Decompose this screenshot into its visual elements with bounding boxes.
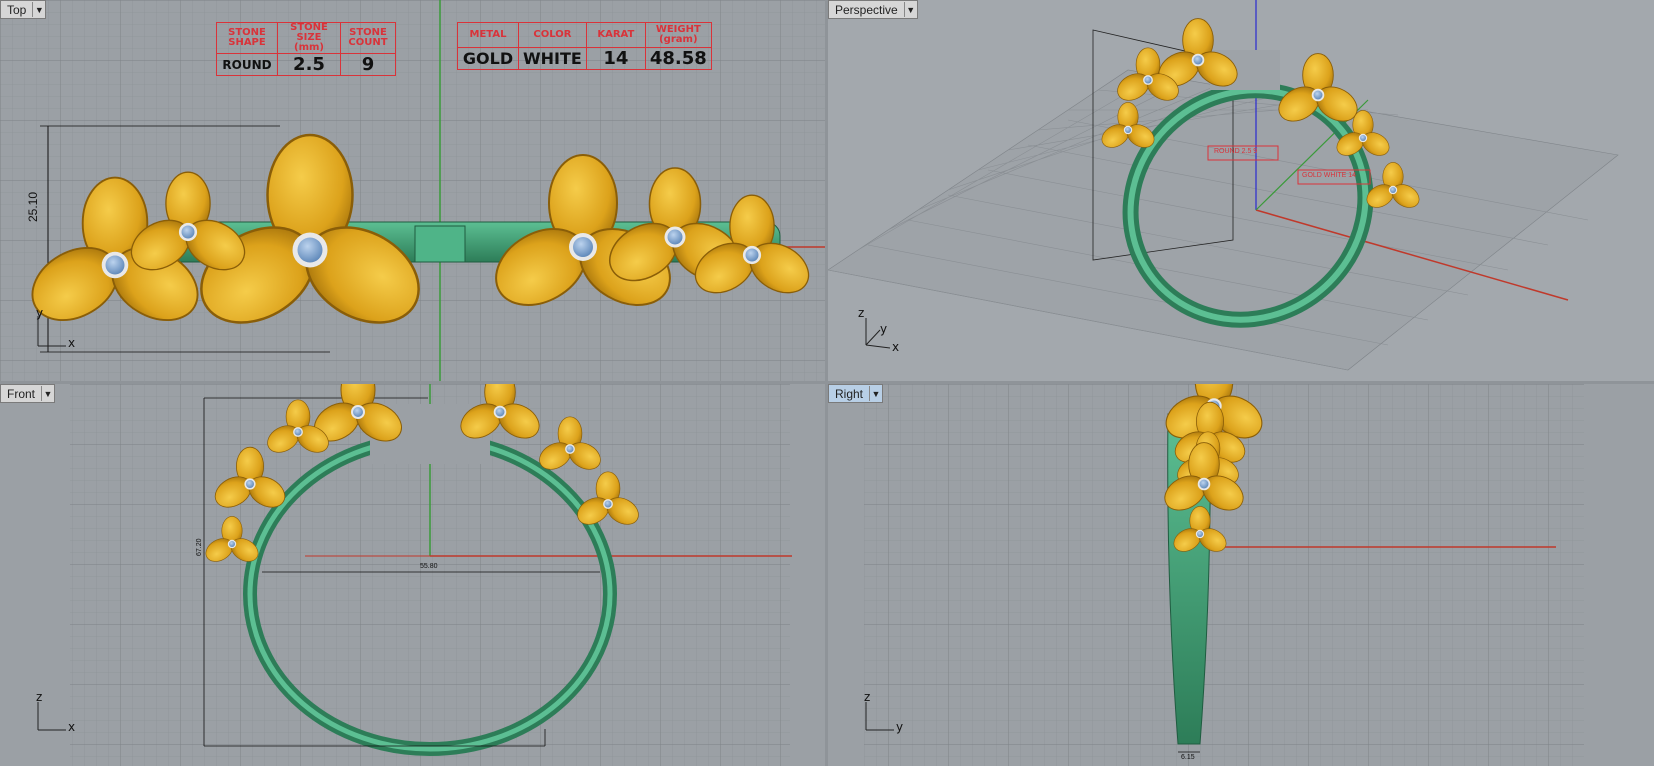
- axis-z-label: z: [858, 306, 865, 320]
- header-karat: KARAT: [585, 22, 646, 48]
- axis-y-label: y: [896, 720, 904, 734]
- axis-x-label: x: [68, 720, 76, 734]
- value-stone-shape: ROUND: [216, 53, 278, 76]
- viewport-tab-right[interactable]: Right ▼: [828, 384, 884, 403]
- axis-y-label: y: [880, 322, 888, 336]
- value-color: WHITE: [518, 47, 587, 70]
- axis-x-label: x: [68, 336, 76, 350]
- front-view-canvas[interactable]: [0, 384, 825, 766]
- dimension-label: 25.10: [26, 191, 40, 222]
- callout-stone: ROUND 2.5 9: [1214, 148, 1258, 155]
- header-stone-shape: STONE SHAPE: [216, 22, 278, 54]
- header-metal: METAL: [457, 22, 519, 48]
- callout-metal: GOLD WHITE 14: [1302, 172, 1357, 179]
- dropdown-caret-icon[interactable]: ▼: [41, 386, 54, 401]
- viewport-right[interactable]: 6.15 z y Right ▼: [828, 384, 1654, 766]
- axis-y-label: y: [36, 306, 44, 320]
- metal-spec-table: METAL COLOR KARAT WEIGHT (gram) GOLD WHI…: [457, 22, 712, 70]
- header-stone-count: STONE COUNT: [340, 22, 396, 54]
- value-metal: GOLD: [457, 47, 519, 70]
- dropdown-caret-icon[interactable]: ▼: [32, 2, 45, 17]
- band-gap: [414, 225, 466, 263]
- viewport-top[interactable]: 25.10 y x STONE SHAPE STONE SIZE (mm) ST…: [0, 0, 825, 381]
- stone-spec-table: STONE SHAPE STONE SIZE (mm) STONE COUNT …: [216, 22, 396, 76]
- value-weight: 48.58: [644, 47, 712, 70]
- viewport-title-perspective: Perspective: [835, 2, 898, 17]
- viewport-title-right: Right: [835, 386, 864, 401]
- header-weight: WEIGHT (gram): [644, 22, 712, 48]
- header-color: COLOR: [518, 22, 587, 48]
- viewport-tab-front[interactable]: Front ▼: [0, 384, 56, 403]
- dimension-width-label: 6.15: [1181, 754, 1195, 761]
- dropdown-caret-icon[interactable]: ▼: [903, 2, 917, 17]
- header-stone-size: STONE SIZE (mm): [277, 22, 341, 54]
- axis-z-label: z: [864, 690, 871, 704]
- viewport-title-top: Top: [7, 2, 27, 17]
- viewport-tab-perspective[interactable]: Perspective ▼: [828, 0, 918, 19]
- value-stone-size: 2.5: [277, 53, 341, 76]
- value-stone-count: 9: [340, 53, 396, 76]
- dimension-width-label: 55.80: [420, 563, 438, 570]
- viewport-tab-top[interactable]: Top ▼: [0, 0, 47, 19]
- perspective-view-canvas[interactable]: [828, 0, 1654, 381]
- axis-z-label: z: [36, 690, 43, 704]
- dimension-height-label: 67.20: [196, 538, 203, 556]
- value-karat: 14: [585, 47, 646, 70]
- viewport-front[interactable]: 67.20 55.80 z x Front ▼: [0, 384, 825, 766]
- viewport-perspective[interactable]: ROUND 2.5 9 GOLD WHITE 14 z y x Perspect…: [828, 0, 1654, 381]
- dropdown-caret-icon[interactable]: ▼: [869, 386, 882, 401]
- right-view-canvas[interactable]: [828, 384, 1654, 766]
- axis-x-label: x: [892, 340, 900, 354]
- viewport-title-front: Front: [7, 386, 36, 401]
